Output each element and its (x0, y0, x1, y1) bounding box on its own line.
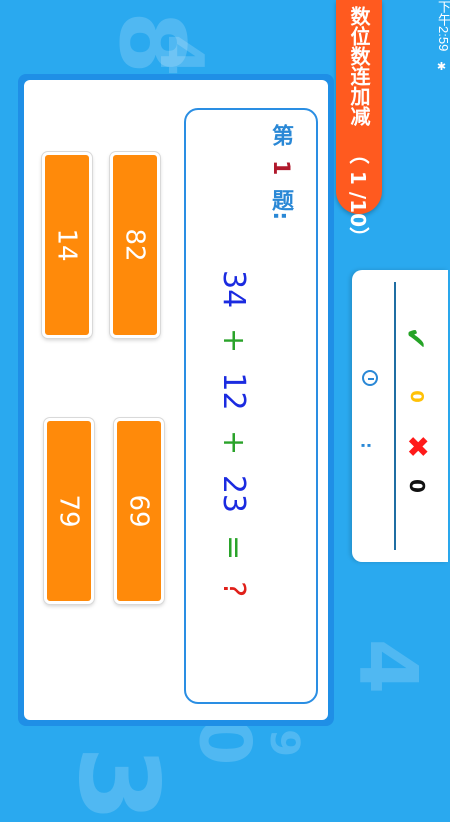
question-box: 第 1 题: 34 + 12 + 23 = ? (184, 108, 318, 704)
background-digit: 3 (54, 745, 183, 822)
question-prefix: 第 (268, 124, 293, 146)
operand: 34 (216, 270, 251, 309)
operator: + (216, 327, 251, 353)
question-label: 第 1 题: (264, 124, 296, 220)
question-progress: （ 1 /10） (346, 143, 370, 247)
operand: 23 (216, 474, 251, 514)
unknown-mark: ? (216, 581, 251, 598)
status-time: 下午2:59 (436, 0, 450, 52)
x-icon: ✖ (401, 434, 435, 459)
question-number: 1 (268, 160, 293, 176)
answer-button[interactable]: 69 (114, 418, 164, 604)
question-card: 第 1 题: 34 + 12 + 23 = ? 82 14 69 79 (18, 74, 334, 726)
checkmark-icon: ✔ (399, 326, 433, 351)
answer-label: 79 (54, 494, 84, 528)
correct-count: 0 (405, 390, 427, 403)
question-suffix: 题: (268, 189, 293, 221)
answer-button[interactable]: 82 (110, 152, 160, 338)
background-digit: 8 (98, 11, 204, 74)
bluetooth-icon: ✱ (435, 60, 447, 73)
page-title: 数位数连加减 （ 1 /10） (344, 6, 373, 247)
title-tab: 数位数连加减 （ 1 /10） (336, 0, 382, 247)
timer-display: : (357, 442, 377, 449)
answer-button[interactable]: 14 (42, 152, 92, 338)
score-panel: ✔ 0 ✖ 0 : (352, 270, 448, 562)
background-digit: 9 (260, 729, 307, 757)
operand: 12 (216, 372, 251, 411)
equals-sign: = (216, 534, 251, 560)
background-digit: 4 (341, 638, 435, 695)
answer-label: 82 (120, 228, 150, 262)
equation: 34 + 12 + 23 = ? (216, 270, 251, 597)
answer-button[interactable]: 79 (44, 418, 94, 604)
title-name: 数位数连加减 (347, 6, 369, 126)
clock-icon (362, 370, 378, 386)
divider (394, 282, 396, 550)
background-digit: 4 (145, 34, 216, 76)
answer-label: 69 (124, 494, 154, 528)
wrong-count: 0 (404, 479, 429, 493)
operator: + (216, 430, 251, 456)
question-card-body: 第 1 题: 34 + 12 + 23 = ? 82 14 69 79 (24, 80, 328, 720)
answer-label: 14 (52, 228, 82, 262)
